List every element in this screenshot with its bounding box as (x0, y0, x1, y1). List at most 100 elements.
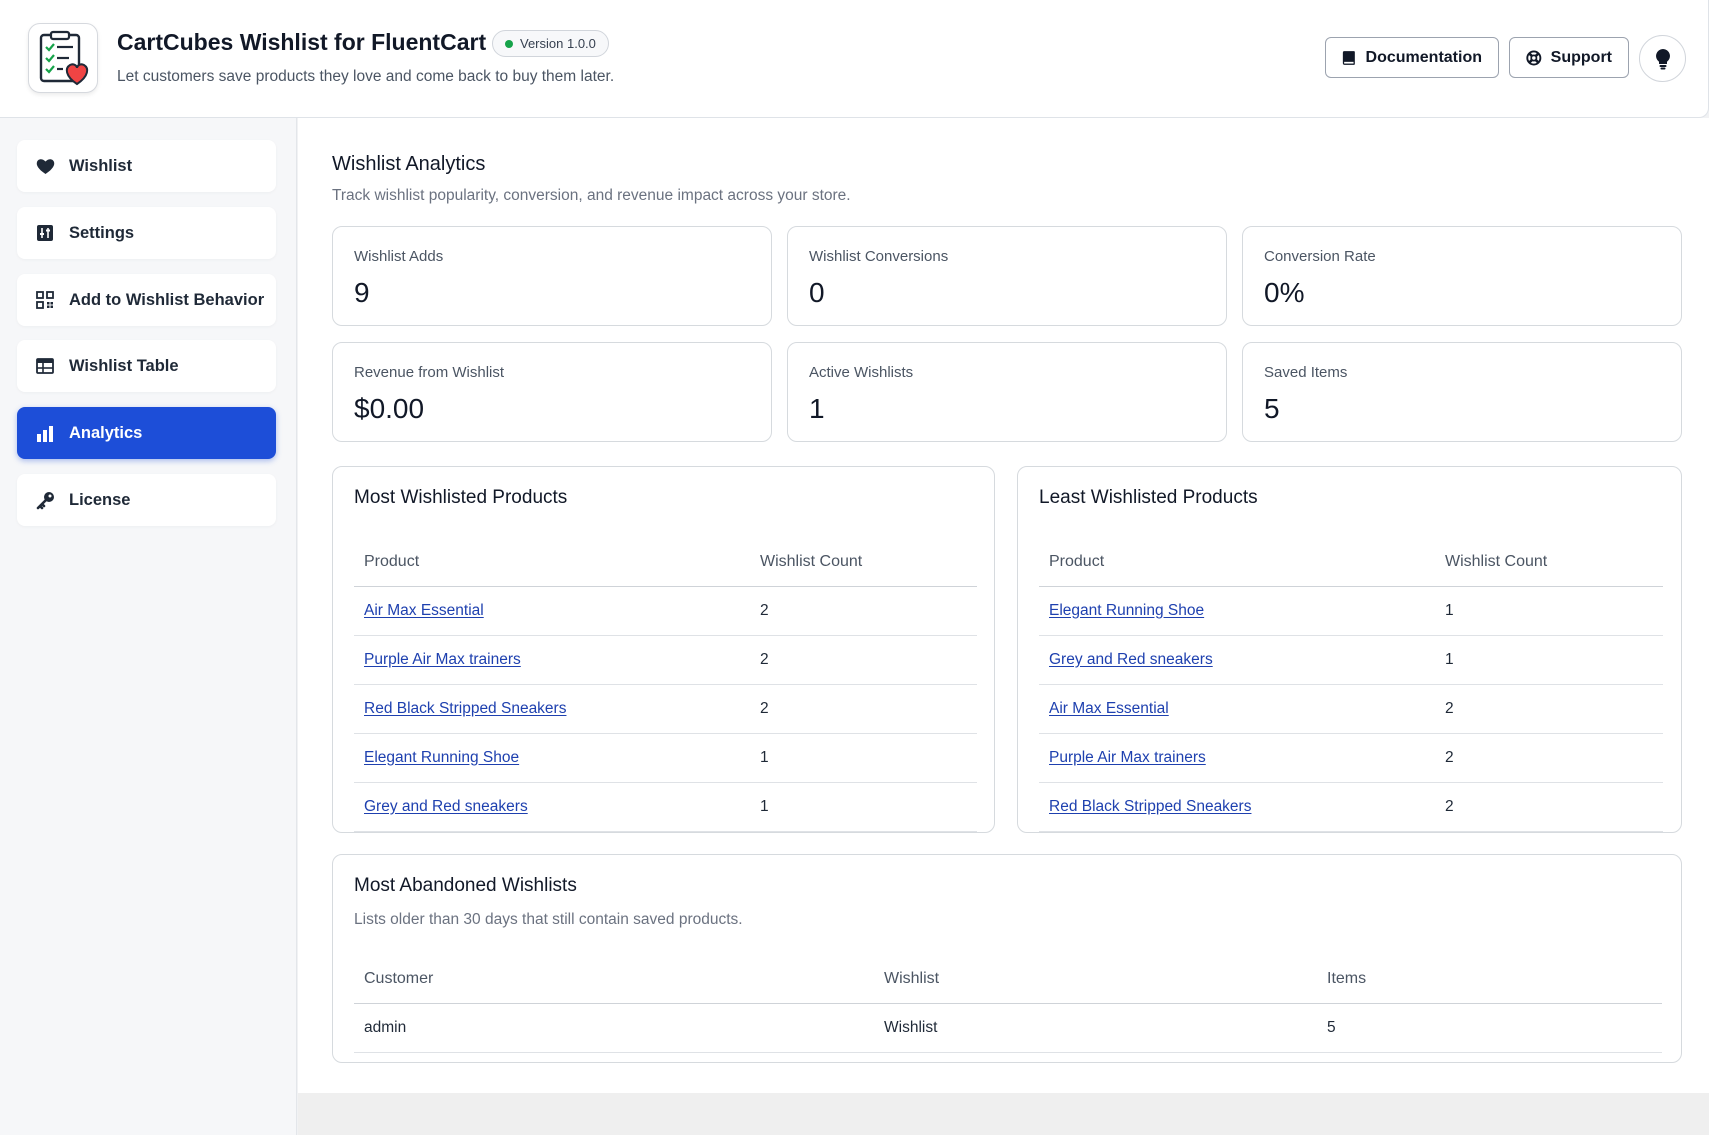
sidebar: Wishlist Settings Add to Wishlist Behavi… (0, 118, 297, 1135)
product-link[interactable]: Air Max Essential (364, 602, 484, 619)
app-root: CartCubes Wishlist for FluentCart Versio… (0, 0, 1709, 1135)
lightbulb-icon (1655, 48, 1670, 69)
stat-value: 5 (1264, 393, 1280, 424)
table-row: Purple Air Max trainers 2 (354, 635, 977, 685)
stat-card-wishlist-conversions: Wishlist Conversions 0 (787, 226, 1227, 326)
stat-label: Wishlist Conversions (809, 248, 949, 265)
product-link[interactable]: Elegant Running Shoe (364, 749, 519, 766)
wishlist-count: 1 (1435, 635, 1663, 685)
sidebar-item-label: Add to Wishlist Behavior (69, 290, 265, 309)
column-header-customer: Customer (354, 956, 874, 1004)
sidebar-item-analytics[interactable]: Analytics (17, 407, 276, 459)
app-subtitle: Let customers save products they love an… (117, 68, 615, 85)
stat-value: 9 (354, 277, 370, 308)
panel-title: Most Abandoned Wishlists (354, 875, 577, 896)
sidebar-item-license[interactable]: License (17, 474, 276, 526)
table-row: Red Black Stripped Sneakers 2 (1039, 782, 1663, 832)
stat-card-wishlist-adds: Wishlist Adds 9 (332, 226, 772, 326)
stat-value: 0 (809, 277, 825, 308)
panel-title: Least Wishlisted Products (1039, 487, 1258, 508)
product-link[interactable]: Purple Air Max trainers (1049, 749, 1206, 766)
sidebar-item-label: Wishlist (69, 156, 133, 175)
sidebar-item-wishlist[interactable]: Wishlist (17, 140, 276, 192)
column-header-wishlist: Wishlist (874, 956, 1317, 1004)
stat-card-active-wishlists: Active Wishlists 1 (787, 342, 1227, 442)
stat-value: 1 (809, 393, 825, 424)
most-wishlisted-table: Product Wishlist Count Air Max Essential… (354, 539, 977, 832)
sidebar-item-settings[interactable]: Settings (17, 207, 276, 259)
sidebar-item-label: Analytics (69, 423, 143, 442)
product-link[interactable]: Grey and Red sneakers (1049, 651, 1213, 668)
column-header-items: Items (1317, 956, 1662, 1004)
wishlist-name: Wishlist (874, 1003, 1317, 1053)
table-row: Elegant Running Shoe 1 (354, 733, 977, 783)
table-row: Grey and Red sneakers 1 (354, 782, 977, 832)
stat-label: Saved Items (1264, 364, 1348, 381)
wishlist-count: 2 (750, 635, 977, 685)
main-footer-area (298, 1093, 1709, 1135)
table-row: Air Max Essential 2 (354, 586, 977, 636)
version-badge: Version 1.0.0 (492, 30, 609, 57)
product-link[interactable]: Elegant Running Shoe (1049, 602, 1204, 619)
product-link[interactable]: Red Black Stripped Sneakers (364, 700, 566, 717)
documentation-label: Documentation (1365, 48, 1482, 66)
abandoned-wishlists-panel: Most Abandoned Wishlists Lists older tha… (332, 854, 1682, 1063)
wishlist-count: 2 (750, 586, 977, 636)
stat-label: Active Wishlists (809, 364, 914, 381)
column-header-wishlist-count: Wishlist Count (750, 539, 977, 587)
wishlist-count: 1 (1435, 586, 1663, 636)
heart-icon (35, 156, 55, 176)
table-header-row: Product Wishlist Count (1039, 539, 1663, 587)
bar-chart-icon (35, 423, 55, 443)
table-header-row: Customer Wishlist Items (354, 956, 1662, 1004)
stat-value: $0.00 (354, 393, 425, 424)
qr-grid-icon (35, 290, 55, 310)
stat-label: Revenue from Wishlist (354, 364, 505, 381)
table-row: Air Max Essential 2 (1039, 684, 1663, 734)
stat-card-revenue-from-wishlist: Revenue from Wishlist $0.00 (332, 342, 772, 442)
wishlist-count: 2 (750, 684, 977, 734)
table-icon (35, 356, 55, 376)
product-link[interactable]: Purple Air Max trainers (364, 651, 521, 668)
app-title: CartCubes Wishlist for FluentCart (117, 29, 487, 55)
customer-name: admin (354, 1003, 874, 1053)
sidebar-item-wishlist-table[interactable]: Wishlist Table (17, 340, 276, 392)
table-row: Elegant Running Shoe 1 (1039, 586, 1663, 636)
version-label: Version 1.0.0 (520, 36, 596, 51)
stat-value: 0% (1264, 277, 1305, 308)
documentation-button[interactable]: Documentation (1325, 37, 1499, 78)
sliders-icon (35, 223, 55, 243)
product-link[interactable]: Air Max Essential (1049, 700, 1169, 717)
table-row: Purple Air Max trainers 2 (1039, 733, 1663, 783)
wishlist-count: 2 (1435, 733, 1663, 783)
column-header-product: Product (354, 539, 750, 587)
app-logo (28, 23, 98, 93)
product-link[interactable]: Grey and Red sneakers (364, 798, 528, 815)
tips-button[interactable] (1639, 35, 1686, 82)
wishlist-count: 2 (1435, 782, 1663, 832)
wishlist-count: 2 (1435, 684, 1663, 734)
wishlist-count: 1 (750, 782, 977, 832)
key-icon (35, 490, 55, 510)
status-dot (505, 40, 513, 48)
items-count: 5 (1317, 1003, 1662, 1053)
wishlist-count: 1 (750, 733, 977, 783)
app-header: CartCubes Wishlist for FluentCart Versio… (0, 0, 1709, 118)
most-wishlisted-panel: Most Wishlisted Products Product Wishlis… (332, 466, 995, 833)
sidebar-item-add-to-wishlist-behavior[interactable]: Add to Wishlist Behavior (17, 274, 276, 326)
column-header-wishlist-count: Wishlist Count (1435, 539, 1663, 587)
product-link[interactable]: Red Black Stripped Sneakers (1049, 798, 1251, 815)
lifebuoy-icon (1526, 50, 1542, 65)
least-wishlisted-panel: Least Wishlisted Products Product Wishli… (1017, 466, 1682, 833)
column-header-product: Product (1039, 539, 1435, 587)
panel-subtitle: Lists older than 30 days that still cont… (354, 911, 743, 928)
abandoned-wishlists-table: Customer Wishlist Items admin Wishlist 5 (354, 956, 1662, 1053)
sidebar-item-label: License (69, 490, 131, 509)
panel-title: Most Wishlisted Products (354, 487, 568, 508)
support-button[interactable]: Support (1509, 37, 1629, 78)
stat-card-saved-items: Saved Items 5 (1242, 342, 1682, 442)
table-row: Red Black Stripped Sneakers 2 (354, 684, 977, 734)
stat-label: Conversion Rate (1264, 248, 1376, 265)
main-content: Wishlist Analytics Track wishlist popula… (298, 118, 1709, 1093)
checklist-heart-icon (39, 30, 89, 86)
